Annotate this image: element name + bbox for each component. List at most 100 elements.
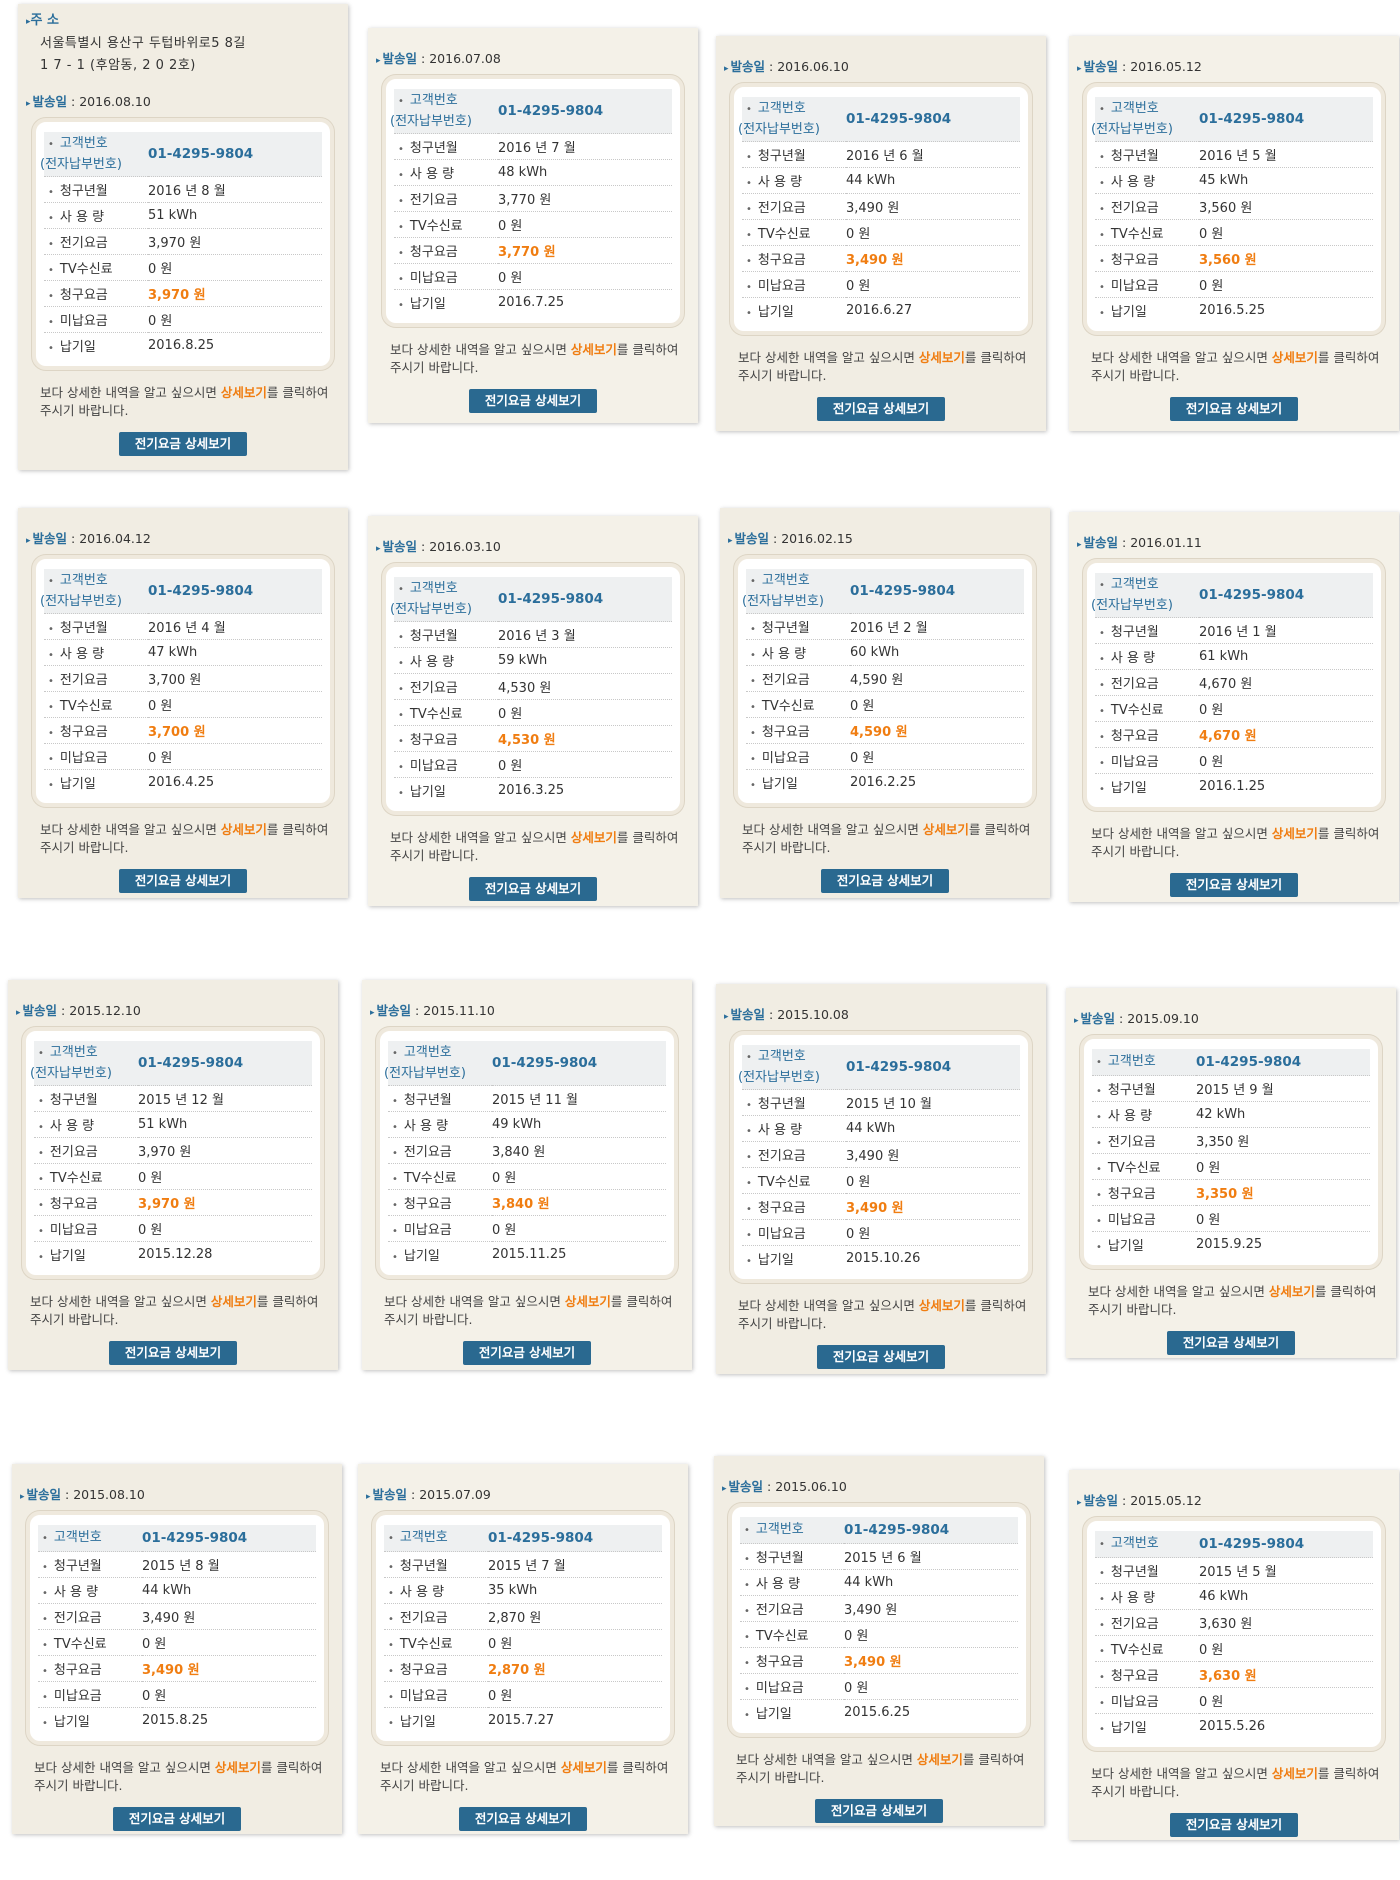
electricity-detail-button[interactable]: 전기요금 상세보기 bbox=[1170, 397, 1298, 421]
billing-month-row: • 청구년월 2016 년 2 월 bbox=[746, 613, 1024, 640]
billing-month-row: • 청구년월 2015 년 10 월 bbox=[742, 1089, 1020, 1116]
billed-amount-row: • 청구요금 3,970 원 bbox=[34, 1189, 312, 1216]
due-date-row: • 납기일 2015.8.25 bbox=[42, 1713, 209, 1730]
billing-month-row: • 청구년월 2016 년 5 월 bbox=[1095, 141, 1373, 168]
tv-fee-row: • TV수신료 0 원 bbox=[746, 691, 1024, 718]
electricity-detail-button[interactable]: 전기요금 상세보기 bbox=[817, 1345, 945, 1369]
unpaid-row: • 미납요금 0 원 bbox=[740, 1673, 1018, 1700]
electricity-detail-button[interactable]: 전기요금 상세보기 bbox=[1170, 873, 1298, 897]
detail-note: 보다 상세한 내역을 알고 싶으시면 상세보기를 클릭하여 주시기 바랍니다. bbox=[30, 1294, 319, 1327]
detail-note: 보다 상세한 내역을 알고 싶으시면 상세보기를 클릭하여 주시기 바랍니다. bbox=[738, 350, 1027, 383]
electricity-detail-button[interactable]: 전기요금 상세보기 bbox=[1167, 1331, 1295, 1355]
bill-table: • 고객번호 01-4295-9804 • 청구년월 2015 년 8 월 • 사 용 량… bbox=[38, 1525, 316, 1733]
customer-row: • 고객번호 (전자납부번호) 01-4295-9804 bbox=[30, 1041, 312, 1086]
electricity-detail-button[interactable]: 전기요금 상세보기 bbox=[119, 869, 247, 893]
usage-row: • 사 용 량 44 kWh bbox=[742, 1115, 1020, 1142]
bullet-icon: ▸ bbox=[1077, 64, 1082, 74]
bill-info-box: • 고객번호 (전자납부번호) 01-4295-9804 • 청구년월 2016 년 1 … bbox=[1083, 559, 1385, 811]
customer-row: • 고객번호 (전자납부번호) 01-4295-9804 bbox=[742, 569, 1024, 614]
bill-info-box: • 고객번호 (전자납부번호) 01-4295-9804 • 청구년월 2016 년 3 … bbox=[382, 563, 684, 815]
electricity-fee-row: • 전기요금 3,490 원 bbox=[742, 193, 1020, 220]
billing-month-row: • 청구년월 2016 년 6 월 bbox=[742, 141, 1020, 168]
electricity-detail-button[interactable]: 전기요금 상세보기 bbox=[469, 389, 597, 413]
detail-note: 보다 상세한 내역을 알고 싶으시면 상세보기를 클릭하여 주시기 바랍니다. bbox=[34, 1760, 323, 1793]
customer-row: • 고객번호 (전자납부번호) 01-4295-9804 bbox=[384, 1041, 666, 1086]
billed-amount-row: • 청구요금 3,770 원 bbox=[394, 237, 672, 264]
bullet-icon: ▸ bbox=[16, 1008, 21, 1018]
sent-date: ▸ 발송일 : 2015.08.10 bbox=[20, 1487, 145, 1502]
sent-date: ▸ 발송일 : 2015.10.08 bbox=[724, 1007, 849, 1022]
unpaid-row: • 미납요금 0 원 bbox=[34, 1215, 312, 1242]
customer-number: 01-4295-9804 bbox=[498, 89, 672, 134]
billing-month-row: • 청구년월 2015 년 5 월 bbox=[1095, 1557, 1373, 1584]
bill-info-box: • 고객번호 (전자납부번호) 01-4295-9804 • 청구년월 2015 년 12… bbox=[22, 1027, 324, 1279]
bullet-icon: ▸ bbox=[1074, 1016, 1079, 1026]
billed-amount-row: • 청구요금 3,560 원 bbox=[1095, 245, 1373, 272]
detail-note: 보다 상세한 내역을 알고 싶으시면 상세보기를 클릭하여 주시기 바랍니다. bbox=[380, 1760, 669, 1793]
customer-number: 01-4295-9804 bbox=[846, 1045, 1020, 1090]
electricity-detail-button[interactable]: 전기요금 상세보기 bbox=[459, 1807, 587, 1831]
customer-number: 01-4295-9804 bbox=[1199, 573, 1373, 618]
electricity-detail-button[interactable]: 전기요금 상세보기 bbox=[463, 1341, 591, 1365]
electricity-fee-row: • 전기요금 3,630 원 bbox=[1095, 1609, 1373, 1636]
electricity-fee-row: • 전기요금 3,970 원 bbox=[34, 1137, 312, 1164]
bullet-icon: ▸ bbox=[728, 536, 733, 546]
tv-fee-row: • TV수신료 0 원 bbox=[388, 1163, 666, 1190]
billing-month-row: • 청구년월 2016 년 3 월 bbox=[394, 621, 672, 648]
sent-date: ▸ 발송일 : 2016.02.15 bbox=[728, 531, 853, 546]
customer-row: • 고객번호 (전자납부번호) 01-4295-9804 bbox=[390, 577, 672, 622]
tv-fee-row: • TV수신료 0 원 bbox=[394, 211, 672, 238]
unpaid-row: • 미납요금 0 원 bbox=[1095, 1687, 1373, 1714]
billing-month-row: • 청구년월 2016 년 1 월 bbox=[1095, 617, 1373, 644]
customer-number: 01-4295-9804 bbox=[148, 569, 322, 614]
bill-card: ▸ 주 소 서울특별시 용산구 두텁바위로5 8길 1 7 - 1 (후암동, 2… bbox=[18, 4, 348, 470]
tv-fee-row: • TV수신료 0 원 bbox=[394, 699, 672, 726]
billing-month-row: • 청구년월 2015 년 7 월 bbox=[384, 1551, 662, 1578]
billing-month-row: • 청구년월 2015 년 6 월 bbox=[740, 1543, 1018, 1570]
billing-month-row: • 청구년월 2016 년 7 월 bbox=[394, 133, 672, 160]
electricity-detail-button[interactable]: 전기요금 상세보기 bbox=[119, 432, 247, 456]
electricity-detail-button[interactable]: 전기요금 상세보기 bbox=[113, 1807, 241, 1831]
usage-row: • 사 용 량 61 kWh bbox=[1095, 643, 1373, 670]
billed-amount-row: • 청구요금 4,590 원 bbox=[746, 717, 1024, 744]
usage-row: • 사 용 량 46 kWh bbox=[1095, 1583, 1373, 1610]
bill-info-box: • 고객번호 (전자납부번호) 01-4295-9804 • 청구년월 2016 년 5 … bbox=[1083, 83, 1385, 335]
bill-info-box: • 고객번호 (전자납부번호) 01-4295-9804 • 청구년월 2015 년 11… bbox=[376, 1027, 678, 1279]
billed-amount-row: • 청구요금 3,490 원 bbox=[742, 245, 1020, 272]
electricity-detail-button[interactable]: 전기요금 상세보기 bbox=[817, 397, 945, 421]
electricity-detail-button[interactable]: 전기요금 상세보기 bbox=[469, 877, 597, 901]
usage-row: • 사 용 량 44 kWh bbox=[740, 1569, 1018, 1596]
address-section: ▸주 소 서울특별시 용산구 두텁바위로5 8길 1 7 - 1 (후암동, 2… bbox=[18, 4, 348, 77]
electricity-detail-button[interactable]: 전기요금 상세보기 bbox=[821, 869, 949, 893]
due-date-row: • 납기일 2015.11.25 bbox=[392, 1247, 567, 1264]
billing-month-row: • 청구년월 2016 년 4 월 bbox=[44, 613, 322, 640]
due-date-row: • 납기일 2016.4.25 bbox=[48, 775, 215, 792]
electricity-detail-button[interactable]: 전기요금 상세보기 bbox=[1170, 1813, 1298, 1837]
sent-date: ▸ 발송일 : 2016.06.10 bbox=[724, 59, 849, 74]
bill-card: ▸ 발송일 : 2015.11.10 • 고객번호 (전자납부번호) 01-4295-9… bbox=[362, 980, 692, 1370]
sent-date: ▸ 발송일 : 2015.05.12 bbox=[1077, 1493, 1202, 1508]
electricity-detail-button[interactable]: 전기요금 상세보기 bbox=[109, 1341, 237, 1365]
customer-number: 01-4295-9804 bbox=[498, 577, 672, 622]
sent-date: ▸ 발송일 : 2015.12.10 bbox=[16, 1003, 141, 1018]
detail-note: 보다 상세한 내역을 알고 싶으시면 상세보기를 클릭하여 주시기 바랍니다. bbox=[40, 822, 329, 855]
billing-month-row: • 청구년월 2016 년 8 월 bbox=[44, 176, 322, 203]
detail-note: 보다 상세한 내역을 알고 싶으시면 상세보기를 클릭하여 주시기 바랍니다. bbox=[742, 822, 1031, 855]
detail-note: 보다 상세한 내역을 알고 싶으시면 상세보기를 클릭하여 주시기 바랍니다. bbox=[384, 1294, 673, 1327]
tv-fee-row: • TV수신료 0 원 bbox=[1092, 1153, 1370, 1180]
bill-table: • 고객번호 (전자납부번호) 01-4295-9804 • 청구년월 2016 년 3 … bbox=[390, 577, 672, 803]
customer-row: • 고객번호 (전자납부번호) 01-4295-9804 bbox=[738, 1045, 1020, 1090]
customer-row: • 고객번호 01-4295-9804 bbox=[38, 1525, 316, 1552]
tv-fee-row: • TV수신료 0 원 bbox=[38, 1629, 316, 1656]
usage-row: • 사 용 량 49 kWh bbox=[388, 1111, 666, 1138]
detail-note: 보다 상세한 내역을 알고 싶으시면 상세보기를 클릭하여 주시기 바랍니다. bbox=[1091, 826, 1380, 859]
bill-info-box: • 고객번호 (전자납부번호) 01-4295-9804 • 청구년월 2016 년 6 … bbox=[730, 83, 1032, 335]
bullet-icon: ▸ bbox=[20, 1492, 25, 1502]
electricity-fee-row: • 전기요금 4,670 원 bbox=[1095, 669, 1373, 696]
electricity-detail-button[interactable]: 전기요금 상세보기 bbox=[815, 1799, 943, 1823]
unpaid-row: • 미납요금 0 원 bbox=[1095, 271, 1373, 298]
due-date-row: • 납기일 2016.1.25 bbox=[1099, 779, 1266, 796]
customer-row: • 고객번호 (전자납부번호) 01-4295-9804 bbox=[738, 97, 1020, 142]
due-date-row: • 납기일 2016.7.25 bbox=[398, 295, 565, 312]
sent-date: ▸ 발송일 : 2016.04.12 bbox=[26, 531, 151, 546]
